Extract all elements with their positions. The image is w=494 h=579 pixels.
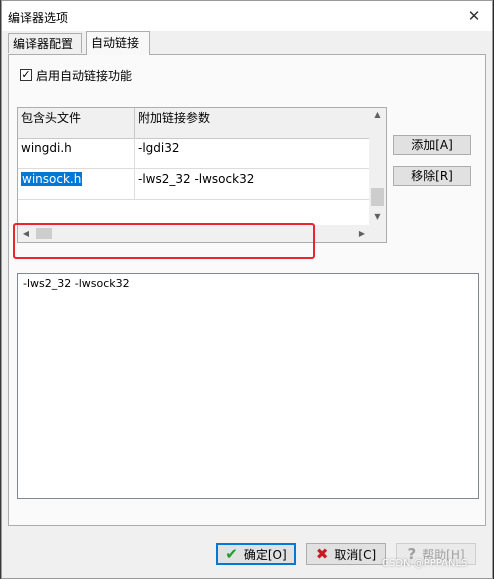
tab-compiler-config[interactable]: 编译器配置: [8, 33, 82, 53]
link-params-cell[interactable]: -lws2_32 -lwsock32: [135, 169, 370, 199]
selected-include-file[interactable]: winsock.h: [21, 172, 83, 186]
vertical-scrollbar[interactable]: ▲ ▼: [369, 108, 386, 226]
vertical-scroll-thumb[interactable]: [371, 188, 384, 206]
check-icon: ✔: [225, 545, 238, 563]
ok-button[interactable]: ✔ 确定[O]: [216, 543, 296, 565]
cancel-button-label: 取消[C]: [334, 547, 377, 562]
scroll-right-icon[interactable]: ▶: [354, 225, 370, 242]
highlight-annotation-box: [13, 223, 315, 259]
include-file-cell[interactable]: winsock.h: [18, 169, 135, 199]
include-file-cell[interactable]: wingdi.h: [18, 138, 135, 168]
add-button[interactable]: 添加[A]: [393, 135, 471, 155]
scroll-down-icon[interactable]: ▼: [369, 210, 386, 224]
link-params-cell[interactable]: -lgdi32: [135, 138, 370, 168]
cancel-icon: ✖: [315, 545, 329, 563]
close-button[interactable]: ✕: [462, 5, 486, 27]
grid-header: 包含头文件 附加链接参数: [18, 108, 370, 139]
column-header-link-params[interactable]: 附加链接参数: [135, 108, 370, 138]
table-row[interactable]: wingdi.h -lgdi32: [18, 138, 370, 169]
watermark: CSDN @PPPANLS: [382, 558, 468, 569]
column-header-include[interactable]: 包含头文件: [18, 108, 135, 138]
table-row-selected[interactable]: winsock.h -lws2_32 -lwsock32: [18, 169, 370, 200]
enable-auto-link-row[interactable]: ✓ 启用自动链接功能: [20, 67, 132, 83]
title-bar[interactable]: 编译器选项 ✕: [2, 1, 492, 31]
window-title: 编译器选项: [8, 11, 69, 25]
compiler-options-dialog: 编译器选项 ✕ 编译器配置 自动链接 ✓ 启用自动链接功能 包含头文件 附加链接…: [1, 0, 493, 579]
remove-button[interactable]: 移除[R]: [393, 166, 471, 186]
enable-auto-link-label: 启用自动链接功能: [36, 68, 133, 83]
tab-auto-link[interactable]: 自动链接: [86, 31, 150, 55]
ok-button-label: 确定[O]: [243, 547, 287, 562]
enable-auto-link-checkbox[interactable]: ✓: [20, 69, 32, 81]
link-params-editor[interactable]: -lws2_32 -lwsock32: [17, 273, 479, 499]
auto-link-pane: ✓ 启用自动链接功能 包含头文件 附加链接参数 wingdi.h -lgdi32…: [8, 54, 486, 526]
scroll-corner: [369, 225, 386, 242]
scroll-up-icon[interactable]: ▲: [369, 108, 386, 122]
cancel-button[interactable]: ✖ 取消[C]: [306, 543, 386, 565]
